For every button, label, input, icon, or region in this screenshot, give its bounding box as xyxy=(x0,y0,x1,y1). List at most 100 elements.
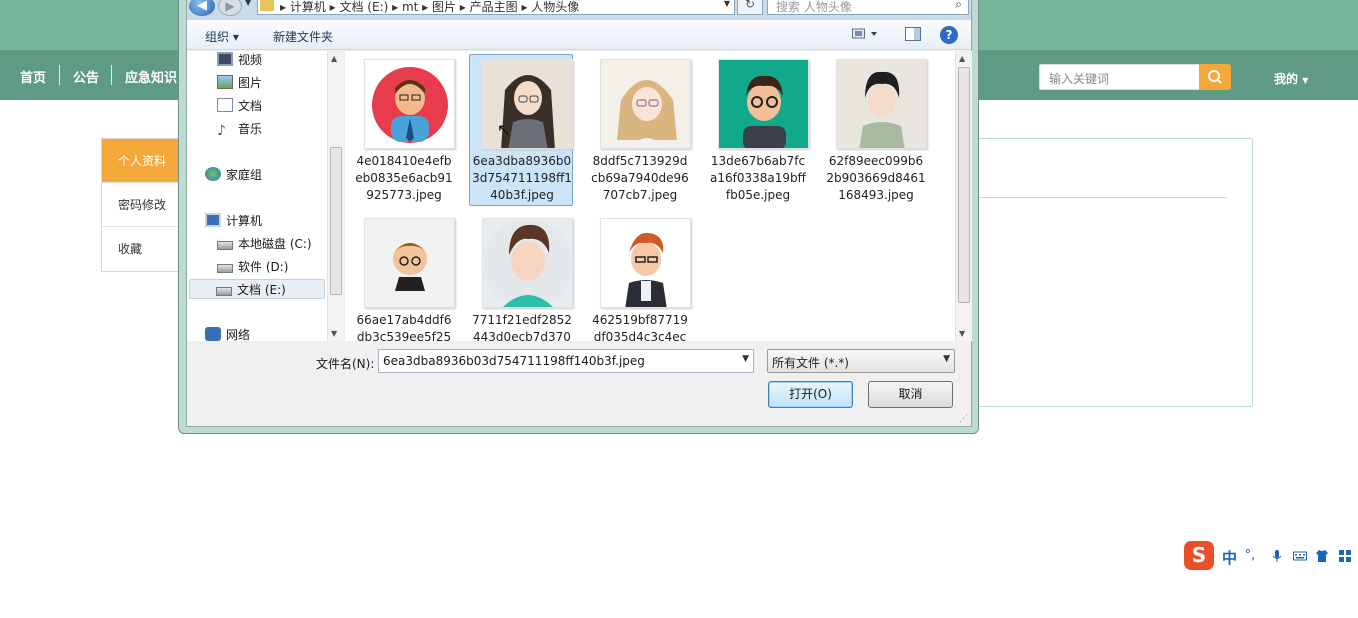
chevron-down-icon[interactable]: ▼ xyxy=(742,354,749,364)
nav-notices[interactable]: 公告 xyxy=(73,67,99,86)
content-card xyxy=(975,138,1253,407)
file-tile[interactable]: 462519bf87719df035d4c3c4ec xyxy=(587,213,691,341)
scrollbar-thumb[interactable] xyxy=(958,67,970,303)
help-icon[interactable]: ? xyxy=(940,26,958,44)
dialog-body: ◀ ▶ ▼ ▸ 计算机 ▸ 文档 (E:) ▸ mt ▸ 图片 ▸ 产品主图 ▸… xyxy=(186,0,972,427)
file-name: 13de67b6ab7fca16f0338a19bfffb05e.jpeg xyxy=(710,154,806,202)
music-icon: ♪ xyxy=(217,123,226,139)
nav-pane-label: 图片 xyxy=(238,76,263,90)
user-menu[interactable]: 我的 ▼ xyxy=(1274,70,1308,87)
nav-pane-item[interactable]: 计算机 xyxy=(205,212,262,232)
skin-shirt-icon[interactable] xyxy=(1315,549,1329,563)
chevron-down-icon: ▼ xyxy=(943,354,950,364)
nav-pane-item-selected[interactable]: 文档 (E:) xyxy=(189,279,325,299)
nav-home[interactable]: 首页 xyxy=(20,67,46,86)
folder-icon xyxy=(260,0,274,11)
ime-toolbar: S 中 °, xyxy=(1182,541,1358,571)
side-item-favorites[interactable]: 收藏 xyxy=(102,227,180,271)
file-tile[interactable]: 13de67b6ab7fca16f0338a19bfffb05e.jpeg xyxy=(705,54,809,206)
drive-icon xyxy=(216,287,232,296)
user-menu-label: 我的 xyxy=(1274,72,1299,86)
file-tile[interactable]: 66ae17ab4ddf6db3c539ee5f25 xyxy=(351,213,455,341)
refresh-icon: ↻ xyxy=(744,0,756,11)
address-path-box[interactable]: ▸ 计算机 ▸ 文档 (E:) ▸ mt ▸ 图片 ▸ 产品主图 ▸ 人物头像 … xyxy=(257,0,735,15)
preview-pane-icon[interactable] xyxy=(905,27,921,45)
site-search-button[interactable] xyxy=(1199,64,1231,90)
file-tile[interactable]: 62f89eec099b62b903669d8461168493.jpeg xyxy=(823,54,927,206)
scroll-up-icon[interactable]: ▲ xyxy=(331,54,337,63)
arrow-right-icon: ▶ xyxy=(225,0,235,13)
nav-pane-label: 音乐 xyxy=(238,122,263,136)
side-item-profile[interactable]: 个人资料 xyxy=(102,139,180,183)
file-thumbnail xyxy=(718,59,809,149)
file-tile[interactable]: 4e018410e4efbeb0835e6acb91925773.jpeg xyxy=(351,54,455,206)
file-name: 462519bf87719df035d4c3c4ec xyxy=(592,313,688,341)
file-thumbnail xyxy=(364,218,455,308)
nav-pane-label: 视频 xyxy=(238,53,263,67)
nav-pane-item[interactable]: 图片 xyxy=(217,74,262,94)
file-name: 6ea3dba8936b03d754711198ff140b3f.jpeg xyxy=(472,154,572,202)
back-button[interactable]: ◀ xyxy=(189,0,215,16)
nav-pane-item[interactable]: 视频 xyxy=(217,51,262,71)
sogou-logo-icon[interactable]: S xyxy=(1184,541,1214,570)
view-options-icon[interactable] xyxy=(852,27,880,45)
nav-pane-label: 本地磁盘 (C:) xyxy=(238,237,312,251)
nav-pane-scrollbar[interactable]: ▲ ▼ xyxy=(327,51,344,341)
new-folder-button[interactable]: 新建文件夹 xyxy=(273,28,333,45)
file-type-select[interactable]: 所有文件 (*.*) ▼ xyxy=(767,349,955,373)
search-icon: ⌕ xyxy=(955,0,962,11)
file-tile-selected[interactable]: ↖ 6ea3dba8936b03d754711198ff140b3f.jpeg xyxy=(469,54,573,206)
resize-grip-icon[interactable]: ⋰ xyxy=(959,414,969,424)
network-icon xyxy=(205,327,221,341)
scroll-down-icon[interactable]: ▼ xyxy=(331,329,337,338)
address-dropdown-icon[interactable]: ▼ xyxy=(724,0,730,8)
nav-pane-item[interactable]: 软件 (D:) xyxy=(217,258,288,278)
search-icon xyxy=(1208,70,1222,84)
file-thumbnail: ↖ xyxy=(482,59,573,149)
nav-pane-label: 软件 (D:) xyxy=(238,260,289,274)
file-pane-scrollbar[interactable]: ▲ ▼ xyxy=(955,51,972,341)
file-name: 8ddf5c713929dcb69a7940de96707cb7.jpeg xyxy=(591,154,689,202)
organize-menu[interactable]: 组织 ▾ xyxy=(205,28,239,45)
file-thumbnail xyxy=(364,59,455,149)
toolbox-grid-icon[interactable] xyxy=(1338,549,1352,563)
microphone-icon[interactable] xyxy=(1270,549,1284,563)
cancel-button[interactable]: 取消 xyxy=(868,381,953,408)
pictures-icon xyxy=(217,75,233,89)
punctuation-icon[interactable]: °, xyxy=(1243,549,1257,563)
file-name: 66ae17ab4ddf6db3c539ee5f25 xyxy=(356,313,452,341)
history-dropdown-icon[interactable]: ▼ xyxy=(245,0,251,7)
scroll-up-icon[interactable]: ▲ xyxy=(959,54,965,63)
refresh-button[interactable]: ↻ xyxy=(737,0,763,15)
file-open-dialog: ◀ ▶ ▼ ▸ 计算机 ▸ 文档 (E:) ▸ mt ▸ 图片 ▸ 产品主图 ▸… xyxy=(178,0,979,434)
nav-emergency-knowledge[interactable]: 应急知识 xyxy=(125,67,177,86)
keyboard-icon[interactable] xyxy=(1293,549,1307,563)
nav-pane-label: 家庭组 xyxy=(226,168,263,182)
nav-pane-item[interactable]: 家庭组 xyxy=(205,166,262,186)
nav-pane-item[interactable]: ♪ 音乐 xyxy=(217,120,262,140)
nav-pane-item[interactable]: 网络 xyxy=(205,326,250,341)
file-thumbnail xyxy=(482,218,573,308)
address-bar-row: ◀ ▶ ▼ ▸ 计算机 ▸ 文档 (E:) ▸ mt ▸ 图片 ▸ 产品主图 ▸… xyxy=(187,0,971,20)
scrollbar-thumb[interactable] xyxy=(330,147,342,295)
file-name: 4e018410e4efbeb0835e6acb91925773.jpeg xyxy=(355,154,453,202)
site-search-input[interactable]: 输入关键词 xyxy=(1039,64,1200,90)
open-button[interactable]: 打开(O) xyxy=(768,381,853,408)
file-tile[interactable]: 8ddf5c713929dcb69a7940de96707cb7.jpeg xyxy=(587,54,691,206)
content-divider xyxy=(975,197,1227,198)
scroll-down-icon[interactable]: ▼ xyxy=(959,329,965,338)
file-tile[interactable]: 7711f21edf2852443d0ecb7d370 xyxy=(469,213,573,341)
nav-pane-item[interactable]: 本地磁盘 (C:) xyxy=(217,235,312,255)
video-icon xyxy=(217,52,233,66)
side-item-password[interactable]: 密码修改 xyxy=(102,183,180,227)
filename-input[interactable]: 6ea3dba8936b03d754711198ff140b3f.jpeg ▼ xyxy=(378,349,754,373)
forward-button[interactable]: ▶ xyxy=(218,0,242,16)
nav-pane-item[interactable]: 文档 xyxy=(217,97,262,117)
side-menu: 个人资料 密码修改 收藏 xyxy=(101,138,181,272)
nav-pane-label: 网络 xyxy=(226,328,251,341)
ime-mode-toggle[interactable]: 中 xyxy=(1222,547,1237,568)
file-thumbnail xyxy=(600,59,691,149)
mouse-cursor-icon: ↖ xyxy=(497,120,511,139)
folder-search-input[interactable]: 搜索 人物头像 ⌕ xyxy=(767,0,969,15)
file-thumbnail xyxy=(836,59,927,149)
